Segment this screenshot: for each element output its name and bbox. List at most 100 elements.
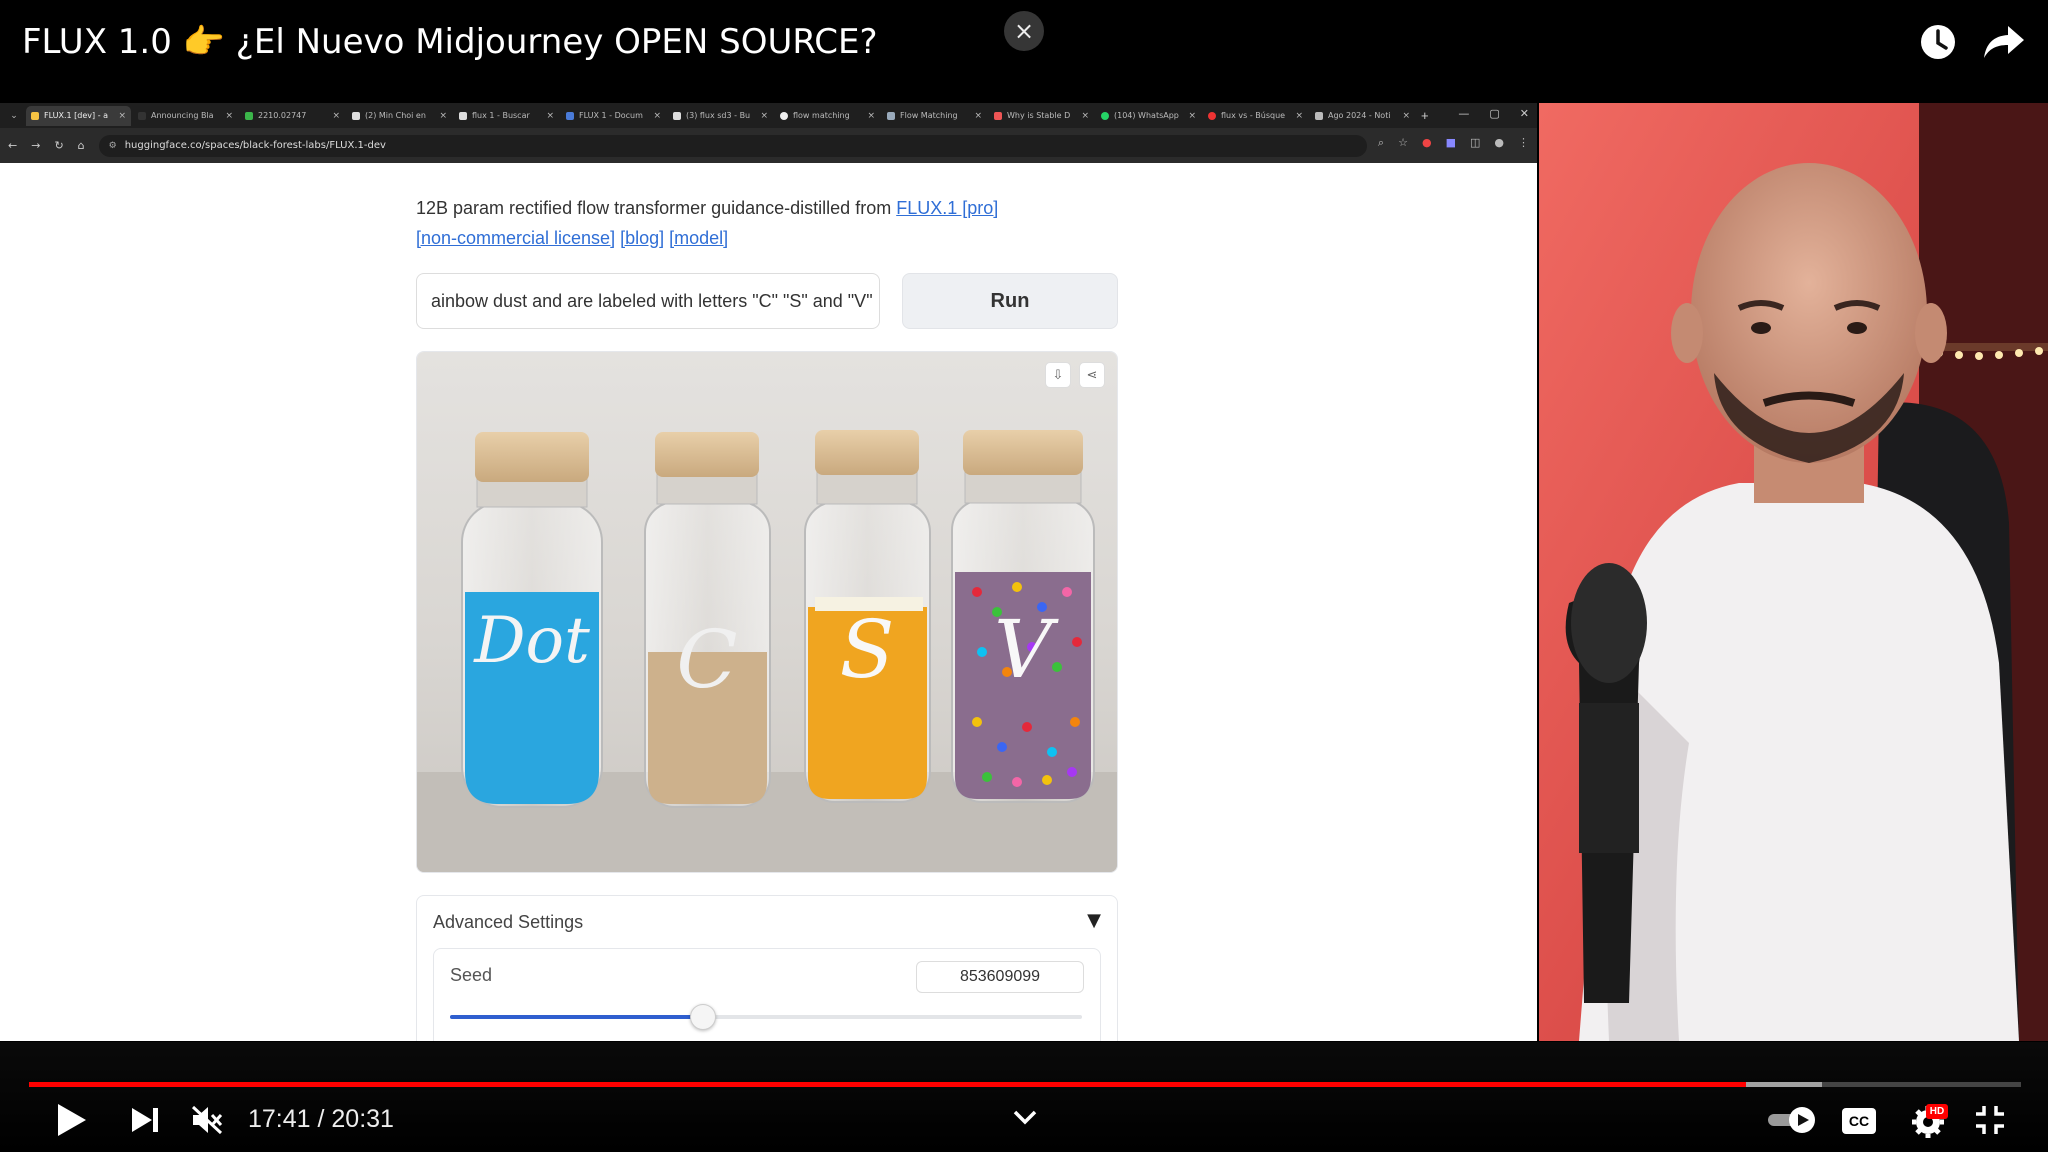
tab-label: flow matching: [793, 111, 850, 120]
advanced-settings-accordion[interactable]: Advanced Settings ▼ Seed 853609099: [416, 895, 1118, 1041]
blog-link[interactable]: [blog]: [620, 228, 664, 248]
tab-label: Announcing Bla: [151, 111, 214, 120]
blue-liquid-jar: Dot: [461, 432, 603, 808]
share-image-icon[interactable]: ⋖: [1079, 362, 1105, 388]
browser-tab[interactable]: FLUX 1 - Docum ×: [561, 106, 666, 126]
favicon-icon: [566, 111, 574, 120]
close-overlay-button[interactable]: ×: [1004, 11, 1044, 51]
tab-search-icon[interactable]: ⌄: [4, 106, 24, 126]
extensions-puzzle-icon[interactable]: ◫: [1470, 136, 1480, 150]
favicon-icon: [1208, 111, 1216, 120]
tab-close-icon[interactable]: ×: [1402, 111, 1410, 121]
run-button[interactable]: Run: [902, 273, 1118, 329]
description-text: 12B param rectified flow transformer gui…: [416, 198, 897, 218]
browser-tab[interactable]: (3) flux sd3 - Bu ×: [668, 106, 773, 126]
x-logo-icon: [673, 111, 681, 120]
tab-label: (104) WhatsApp: [1114, 111, 1179, 120]
tab-label: Flow Matching: [900, 111, 958, 120]
tab-strip: ⌄ FLUX.1 [dev] - a × Announcing Bla × 2210…: [0, 103, 1537, 128]
profile-icon[interactable]: ●: [1494, 136, 1504, 150]
time-display: 17:41 / 20:31: [248, 1105, 394, 1133]
browser-tab[interactable]: flux vs - Búsque ×: [1203, 106, 1308, 126]
browser-tab[interactable]: Why is Stable D ×: [989, 106, 1094, 126]
next-icon[interactable]: [130, 1106, 160, 1134]
seed-slider[interactable]: [450, 1004, 1082, 1030]
tab-close-icon[interactable]: ×: [332, 111, 340, 121]
extension-icon[interactable]: ●: [1422, 136, 1432, 150]
x-logo-icon: [352, 111, 360, 120]
tab-label: flux vs - Búsque: [1221, 111, 1286, 120]
zoom-icon[interactable]: ⌕: [1378, 136, 1384, 150]
browser-toolbar: ← → ↻ ⌂ ⚙ huggingface.co/spaces/black-fo…: [0, 128, 1537, 163]
watch-later-icon[interactable]: [1918, 22, 1958, 62]
window-controls: — ▢ ✕: [1458, 107, 1529, 120]
space-description: 12B param rectified flow transformer gui…: [416, 193, 1056, 253]
favicon-icon: [245, 111, 253, 120]
seed-slider-fill: [450, 1015, 703, 1019]
model-link[interactable]: [model]: [669, 228, 728, 248]
maximize-icon[interactable]: ▢: [1489, 107, 1499, 120]
browser-tab[interactable]: (104) WhatsApp ×: [1096, 106, 1201, 126]
play-icon[interactable]: [54, 1102, 88, 1138]
browser-tab[interactable]: Ago 2024 - Noti ×: [1310, 106, 1415, 126]
share-icon[interactable]: [1982, 22, 2026, 62]
site-info-icon[interactable]: ⚙: [109, 141, 117, 151]
tab-close-icon[interactable]: ×: [439, 111, 447, 121]
tab-close-icon[interactable]: ×: [974, 111, 982, 121]
progress-bar[interactable]: [29, 1082, 2021, 1087]
home-icon[interactable]: ⌂: [78, 139, 85, 152]
autoplay-toggle-icon[interactable]: [1766, 1106, 1818, 1134]
tab-label: (3) flux sd3 - Bu: [686, 111, 751, 120]
tab-close-icon[interactable]: ×: [760, 111, 768, 121]
seed-number-input[interactable]: 853609099: [916, 961, 1084, 993]
download-icon[interactable]: ⇩: [1045, 362, 1071, 388]
menu-kebab-icon[interactable]: ⋮: [1518, 136, 1529, 150]
tab-label: FLUX.1 [dev] - a: [44, 111, 109, 120]
tab-close-icon[interactable]: ×: [546, 111, 554, 121]
svg-text:C: C: [676, 613, 737, 706]
tab-close-icon[interactable]: ×: [225, 111, 233, 121]
window-close-icon[interactable]: ✕: [1520, 107, 1529, 120]
tab-close-icon[interactable]: ×: [1081, 111, 1089, 121]
new-tab-button[interactable]: +: [1421, 108, 1437, 123]
tab-close-icon[interactable]: ×: [1188, 111, 1196, 121]
browser-tab[interactable]: flux 1 - Buscar ×: [454, 106, 559, 126]
exit-fullscreen-icon[interactable]: [1974, 1104, 2006, 1136]
browser-window: ⌄ FLUX.1 [dev] - a × Announcing Bla × 2210…: [0, 103, 1537, 1041]
generated-image: Dot C S V: [417, 352, 1117, 872]
sprinkles-jar: V: [951, 430, 1095, 803]
license-link[interactable]: [non-commercial license]: [416, 228, 615, 248]
forward-icon[interactable]: →: [31, 139, 40, 152]
muted-volume-icon[interactable]: [190, 1104, 224, 1136]
browser-tab[interactable]: flow matching ×: [775, 106, 880, 126]
address-bar[interactable]: ⚙ huggingface.co/spaces/black-forest-lab…: [98, 134, 1367, 157]
webcam-feed: [1539, 103, 2048, 1041]
minimize-icon[interactable]: —: [1458, 107, 1469, 120]
tab-close-icon[interactable]: ×: [118, 111, 126, 121]
bookmark-star-icon[interactable]: ☆: [1398, 136, 1408, 150]
chevron-down-icon[interactable]: [1012, 1108, 1038, 1126]
tab-label: Ago 2024 - Noti: [1328, 111, 1391, 120]
tab-close-icon[interactable]: ×: [867, 111, 875, 121]
captions-icon[interactable]: CC: [1842, 1108, 1876, 1134]
browser-tab[interactable]: (2) Min Choi en ×: [347, 106, 452, 126]
caret-down-icon[interactable]: ▼: [1087, 910, 1101, 931]
browser-tab[interactable]: FLUX.1 [dev] - a ×: [26, 105, 131, 126]
browser-tab[interactable]: 2210.02747 ×: [240, 106, 345, 126]
prompt-input[interactable]: ainbow dust and are labeled with letters…: [416, 273, 880, 329]
tab-close-icon[interactable]: ×: [1295, 111, 1303, 121]
browser-tab[interactable]: Announcing Bla ×: [133, 106, 238, 126]
favicon-icon: [138, 111, 146, 120]
browser-tab[interactable]: Flow Matching ×: [882, 106, 987, 126]
seed-slider-thumb[interactable]: [689, 1004, 716, 1030]
tab-close-icon[interactable]: ×: [653, 111, 661, 121]
amber-liquid-jar: S: [804, 430, 931, 803]
back-icon[interactable]: ←: [8, 139, 17, 152]
tab-label: flux 1 - Buscar: [472, 111, 530, 120]
progress-played: [29, 1082, 1747, 1087]
reload-icon[interactable]: ↻: [54, 139, 63, 152]
extension-icon[interactable]: ■: [1446, 136, 1456, 150]
tab-label: 2210.02747: [258, 111, 307, 120]
url-text: huggingface.co/spaces/black-forest-labs/…: [124, 140, 386, 151]
flux-pro-link[interactable]: FLUX.1 [pro]: [896, 198, 998, 218]
